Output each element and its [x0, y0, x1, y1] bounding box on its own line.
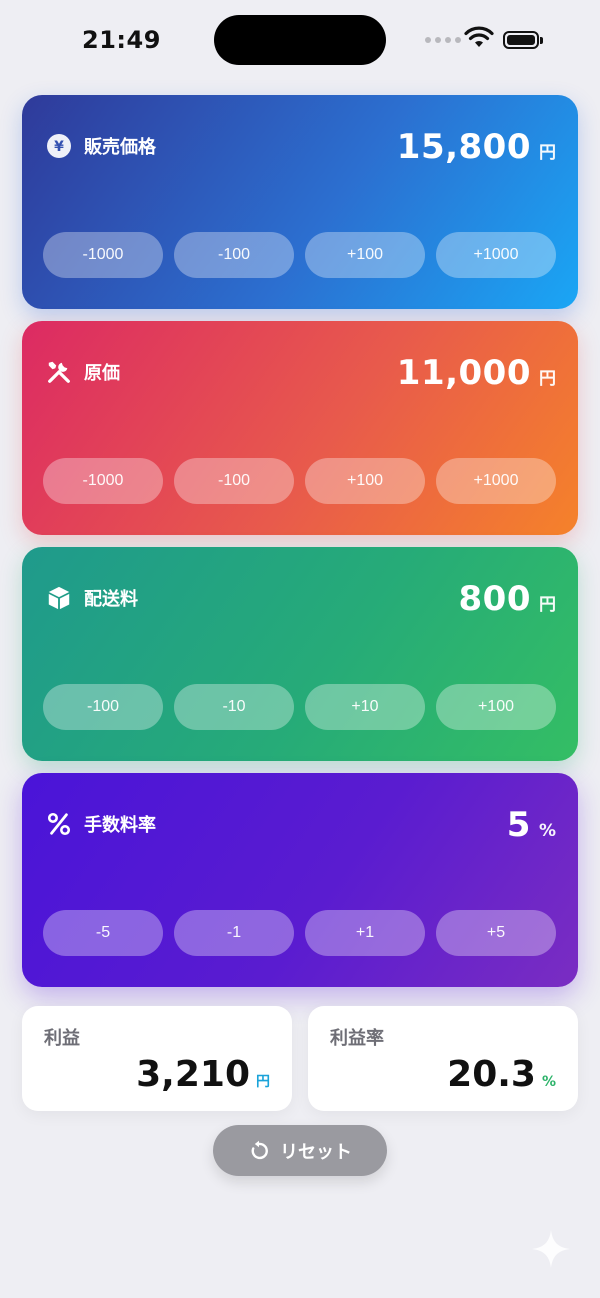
- shipping-minus-100-button[interactable]: -100: [43, 684, 163, 730]
- cellular-signal-icon: [425, 37, 461, 43]
- cost-plus-1000-button[interactable]: +1000: [436, 458, 556, 504]
- fee-rate-unit: %: [538, 821, 556, 841]
- cost-plus-100-button[interactable]: +100: [305, 458, 425, 504]
- reset-label: リセット: [280, 1141, 352, 1163]
- price-plus-1000-button[interactable]: +1000: [436, 232, 556, 278]
- profit-result-card: 利益 3,210 円: [22, 1006, 292, 1111]
- profit-value: 3,210 円: [136, 1054, 270, 1095]
- wifi-icon: [464, 26, 494, 47]
- margin-amount: 20.3: [447, 1054, 536, 1095]
- margin-value: 20.3 %: [447, 1054, 556, 1095]
- tools-icon: [46, 359, 72, 385]
- fee-minus-5-button[interactable]: -5: [43, 910, 163, 956]
- sparkle-icon: [532, 1230, 570, 1268]
- shipping-minus-10-button[interactable]: -10: [174, 684, 294, 730]
- fee-rate-value: 5 %: [507, 805, 556, 845]
- box-icon: [46, 585, 72, 611]
- price-minus-100-button[interactable]: -100: [174, 232, 294, 278]
- cost-unit: 円: [539, 369, 556, 389]
- shipping-label: 配送料: [84, 589, 138, 610]
- shipping-unit: 円: [539, 595, 556, 615]
- profit-label: 利益: [44, 1028, 80, 1049]
- shipping-plus-100-button[interactable]: +100: [436, 684, 556, 730]
- profit-unit: 円: [256, 1074, 270, 1090]
- fee-rate-card: 手数料率 5 % -5 -1 +1 +5: [22, 773, 578, 987]
- profit-amount: 3,210: [136, 1054, 250, 1095]
- shipping-plus-10-button[interactable]: +10: [305, 684, 425, 730]
- fee-rate-label: 手数料率: [84, 815, 156, 836]
- margin-label: 利益率: [330, 1028, 384, 1049]
- reset-icon: [251, 1140, 268, 1159]
- svg-text:¥: ¥: [54, 139, 64, 155]
- price-minus-1000-button[interactable]: -1000: [43, 232, 163, 278]
- cost-minus-100-button[interactable]: -100: [174, 458, 294, 504]
- shipping-amount: 800: [458, 579, 531, 619]
- shipping-value: 800 円: [459, 579, 556, 619]
- cost-value: 11,000 円: [397, 353, 556, 393]
- price-card: ¥ 販売価格 15,800 円 -1000 -100 +100 +1000: [22, 95, 578, 309]
- dynamic-island: [214, 15, 386, 65]
- price-plus-100-button[interactable]: +100: [305, 232, 425, 278]
- fee-minus-1-button[interactable]: -1: [174, 910, 294, 956]
- price-value: 15,800 円: [397, 127, 556, 167]
- status-time: 21:49: [82, 26, 161, 54]
- reset-button[interactable]: リセット: [213, 1125, 387, 1176]
- margin-result-card: 利益率 20.3 %: [308, 1006, 578, 1111]
- price-label: 販売価格: [84, 137, 156, 158]
- fee-plus-5-button[interactable]: +5: [436, 910, 556, 956]
- price-unit: 円: [539, 143, 556, 163]
- yen-circle-icon: ¥: [46, 133, 72, 159]
- margin-unit: %: [541, 1074, 556, 1090]
- cost-minus-1000-button[interactable]: -1000: [43, 458, 163, 504]
- percent-icon: [46, 811, 72, 837]
- battery-icon: [503, 31, 543, 49]
- price-amount: 15,800: [396, 127, 531, 167]
- cost-card: 原価 11,000 円 -1000 -100 +100 +1000: [22, 321, 578, 535]
- status-bar: 21:49: [0, 0, 600, 84]
- cost-label: 原価: [84, 363, 120, 384]
- fee-rate-amount: 5: [506, 805, 531, 845]
- shipping-card: 配送料 800 円 -100 -10 +10 +100: [22, 547, 578, 761]
- fee-plus-1-button[interactable]: +1: [305, 910, 425, 956]
- cost-amount: 11,000: [396, 353, 531, 393]
